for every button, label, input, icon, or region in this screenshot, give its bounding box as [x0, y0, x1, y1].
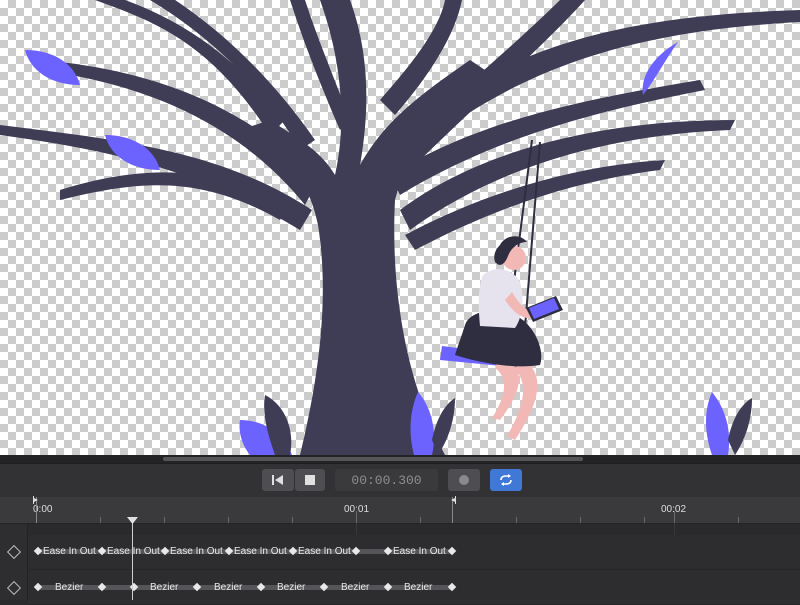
ruler-tick — [100, 517, 101, 523]
plant — [728, 398, 752, 455]
track-keyframe-toggle-icon[interactable] — [6, 580, 22, 596]
range-end-marker-icon[interactable] — [450, 496, 456, 504]
ruler-tick — [674, 511, 675, 523]
timeline-ruler[interactable]: 0:00 00:01 00:02 — [0, 497, 800, 524]
skip-back-icon — [272, 475, 283, 485]
loop-icon — [500, 474, 512, 486]
easing-label[interactable]: Ease In Out — [298, 546, 351, 557]
loop-button[interactable] — [490, 469, 522, 491]
ruler-tick — [516, 517, 517, 523]
easing-label[interactable]: Ease In Out — [234, 546, 287, 557]
curve-label[interactable]: Bezier — [214, 582, 242, 593]
playhead-handle-icon[interactable] — [127, 517, 138, 524]
record-icon — [459, 475, 469, 485]
track-keyframe-toggle-icon[interactable] — [6, 544, 22, 560]
curve-label[interactable]: Bezier — [150, 582, 178, 593]
ruler-tick — [420, 517, 421, 523]
curve-label[interactable]: Bezier — [55, 582, 83, 593]
stop-button[interactable] — [295, 469, 325, 491]
stop-icon — [305, 475, 315, 485]
transport-bar: 00:00.300 — [0, 463, 800, 498]
curve-label[interactable]: Bezier — [404, 582, 432, 593]
tree-swing-illustration — [0, 0, 800, 455]
ruler-tick — [228, 517, 229, 523]
ruler-tick — [356, 511, 357, 523]
ruler-tick — [644, 517, 645, 523]
curve-label[interactable]: Bezier — [277, 582, 305, 593]
ruler-tick — [164, 517, 165, 523]
playhead[interactable] — [132, 519, 133, 600]
easing-label[interactable]: Ease In Out — [43, 546, 96, 557]
range-start-marker-icon[interactable] — [33, 496, 39, 504]
ruler-tick — [292, 517, 293, 523]
curve-label[interactable]: Bezier — [341, 582, 369, 593]
plant — [706, 392, 730, 455]
ruler-tick — [580, 517, 581, 523]
skip-to-start-button[interactable] — [262, 469, 294, 491]
ruler-tick — [738, 517, 739, 523]
canvas-horizontal-scrollbar[interactable] — [0, 455, 800, 463]
plant — [432, 398, 455, 455]
easing-label[interactable]: Ease In Out — [393, 546, 446, 557]
record-button[interactable] — [448, 469, 480, 491]
scrollbar-thumb[interactable] — [163, 457, 583, 461]
timecode-display: 00:00.300 — [335, 469, 438, 491]
easing-label[interactable]: Ease In Out — [107, 546, 160, 557]
canvas-stage[interactable] — [0, 0, 800, 455]
easing-label[interactable]: Ease In Out — [170, 546, 223, 557]
swing-rope — [522, 141, 541, 353]
